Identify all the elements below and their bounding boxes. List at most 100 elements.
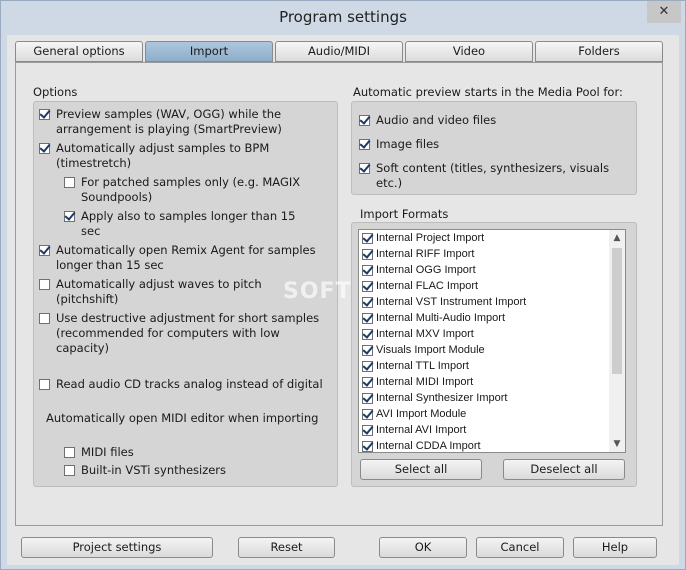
tab-folders[interactable]: Folders bbox=[535, 41, 663, 62]
midi-files-checkbox[interactable]: MIDI files bbox=[64, 445, 134, 460]
list-item-label: Internal OGG Import bbox=[376, 264, 476, 276]
preview-samples-checkbox[interactable]: Preview samples (WAV, OGG) while the arr… bbox=[39, 107, 282, 137]
soft-content-label: Soft content (titles, synthesizers, visu… bbox=[376, 161, 610, 190]
close-button[interactable]: ✕ bbox=[647, 1, 681, 23]
format-list-items: Internal Project Import Internal RIFF Imp… bbox=[359, 230, 611, 452]
cd-analog-checkbox[interactable]: Read audio CD tracks analog instead of d… bbox=[39, 377, 323, 392]
adjust-bpm-label: Automatically adjust samples to BPM (tim… bbox=[56, 141, 270, 170]
midi-editor-text: Automatically open MIDI editor when impo… bbox=[46, 411, 319, 425]
vsti-label: Built-in VSTi synthesizers bbox=[81, 463, 227, 477]
list-item[interactable]: Internal FLAC Import bbox=[359, 278, 611, 294]
softpedia-watermark: SOFT bbox=[283, 279, 352, 304]
audio-video-checkbox[interactable]: Audio and video files bbox=[359, 113, 496, 128]
list-item-label: Internal AVI Import bbox=[376, 424, 467, 436]
options-group-title: Options bbox=[33, 85, 78, 99]
list-scrollbar[interactable]: ▲ ▼ bbox=[609, 230, 625, 452]
tab-video[interactable]: Video bbox=[405, 41, 533, 62]
list-item[interactable]: Internal TTL Import bbox=[359, 358, 611, 374]
remix-agent-label: Automatically open Remix Agent for sampl… bbox=[56, 243, 316, 272]
list-item-label: Visuals Import Module bbox=[376, 344, 485, 356]
reset-button[interactable]: Reset bbox=[238, 537, 335, 558]
list-item-label: Internal CDDA Import bbox=[376, 440, 481, 452]
scroll-thumb[interactable] bbox=[612, 248, 622, 374]
list-item[interactable]: Internal RIFF Import bbox=[359, 246, 611, 262]
audio-video-label: Audio and video files bbox=[376, 113, 497, 127]
checkbox-box bbox=[359, 163, 370, 174]
checkbox-box bbox=[359, 139, 370, 150]
list-item[interactable]: Internal VST Instrument Import bbox=[359, 294, 611, 310]
list-item-label: Internal RIFF Import bbox=[376, 248, 475, 260]
checkbox-box bbox=[362, 280, 373, 292]
checkbox-box bbox=[64, 465, 75, 476]
checkbox-box bbox=[39, 313, 50, 324]
select-all-button[interactable]: Select all bbox=[360, 459, 482, 480]
cancel-button[interactable]: Cancel bbox=[476, 537, 564, 558]
checkbox-box bbox=[39, 143, 50, 154]
cd-analog-label: Read audio CD tracks analog instead of d… bbox=[56, 377, 323, 391]
checkbox-box bbox=[362, 392, 373, 404]
checkbox-box bbox=[362, 440, 373, 452]
list-item[interactable]: Internal Multi-Audio Import bbox=[359, 310, 611, 326]
preview-group-title: Automatic preview starts in the Media Po… bbox=[353, 85, 623, 99]
tab-import[interactable]: Import bbox=[145, 41, 273, 62]
checkbox-box bbox=[64, 447, 75, 458]
list-item-label: Internal Multi-Audio Import bbox=[376, 312, 505, 324]
list-item-label: AVI Import Module bbox=[376, 408, 467, 420]
image-files-checkbox[interactable]: Image files bbox=[359, 137, 439, 152]
window-title: Program settings bbox=[279, 8, 407, 26]
list-item-label: Internal Synthesizer Import bbox=[376, 392, 508, 404]
scroll-up-icon[interactable]: ▲ bbox=[609, 230, 625, 246]
soft-content-checkbox[interactable]: Soft content (titles, synthesizers, visu… bbox=[359, 161, 609, 191]
list-item-label: Internal Project Import bbox=[376, 232, 485, 244]
list-item[interactable]: Visuals Import Module bbox=[359, 342, 611, 358]
midi-files-label: MIDI files bbox=[81, 445, 134, 459]
adjust-pitch-label: Automatically adjust waves to pitch (pit… bbox=[56, 277, 262, 306]
ok-button[interactable]: OK bbox=[379, 537, 467, 558]
help-button[interactable]: Help bbox=[573, 537, 657, 558]
tab-general-options[interactable]: General options bbox=[15, 41, 143, 62]
apply-longer-checkbox[interactable]: Apply also to samples longer than 15 sec bbox=[64, 209, 295, 239]
vsti-checkbox[interactable]: Built-in VSTi synthesizers bbox=[64, 463, 226, 478]
list-item-label: Internal TTL Import bbox=[376, 360, 469, 372]
checkbox-box bbox=[39, 379, 50, 390]
checkbox-box bbox=[362, 344, 373, 356]
deselect-all-button[interactable]: Deselect all bbox=[503, 459, 625, 480]
program-settings-window: Program settings ✕ General options Impor… bbox=[0, 0, 686, 570]
import-formats-list[interactable]: Internal Project Import Internal RIFF Imp… bbox=[358, 229, 626, 453]
list-item[interactable]: Internal MXV Import bbox=[359, 326, 611, 342]
checkbox-box bbox=[39, 109, 50, 120]
list-item[interactable]: Internal AVI Import bbox=[359, 422, 611, 438]
checkbox-box bbox=[362, 408, 373, 420]
checkbox-box bbox=[362, 296, 373, 308]
destructive-checkbox[interactable]: Use destructive adjustment for short sam… bbox=[39, 311, 319, 356]
adjust-pitch-checkbox[interactable]: Automatically adjust waves to pitch (pit… bbox=[39, 277, 262, 307]
checkbox-box bbox=[362, 424, 373, 436]
list-item[interactable]: AVI Import Module bbox=[359, 406, 611, 422]
apply-longer-label: Apply also to samples longer than 15 sec bbox=[81, 209, 296, 238]
checkbox-box bbox=[359, 115, 370, 126]
list-item[interactable]: Internal Project Import bbox=[359, 230, 611, 246]
checkbox-box bbox=[39, 279, 50, 290]
checkbox-box bbox=[39, 245, 50, 256]
checkbox-box bbox=[362, 248, 373, 260]
checkbox-box bbox=[362, 376, 373, 388]
list-item[interactable]: Internal OGG Import bbox=[359, 262, 611, 278]
close-icon: ✕ bbox=[658, 4, 670, 19]
checkbox-box bbox=[362, 360, 373, 372]
list-item-label: Internal MIDI Import bbox=[376, 376, 474, 388]
tab-audio-midi[interactable]: Audio/MIDI bbox=[275, 41, 403, 62]
remix-agent-checkbox[interactable]: Automatically open Remix Agent for sampl… bbox=[39, 243, 316, 273]
list-item-label: Internal MXV Import bbox=[376, 328, 474, 340]
scroll-down-icon[interactable]: ▼ bbox=[609, 436, 625, 452]
checkbox-box bbox=[362, 232, 373, 244]
list-item[interactable]: Internal MIDI Import bbox=[359, 374, 611, 390]
project-settings-button[interactable]: Project settings bbox=[21, 537, 213, 558]
checkbox-box bbox=[362, 312, 373, 324]
list-item-label: Internal FLAC Import bbox=[376, 280, 479, 292]
list-item[interactable]: Internal CDDA Import bbox=[359, 438, 611, 452]
patched-only-label: For patched samples only (e.g. MAGIX Sou… bbox=[81, 175, 301, 204]
adjust-bpm-checkbox[interactable]: Automatically adjust samples to BPM (tim… bbox=[39, 141, 269, 171]
patched-only-checkbox[interactable]: For patched samples only (e.g. MAGIX Sou… bbox=[64, 175, 300, 205]
list-item[interactable]: Internal Synthesizer Import bbox=[359, 390, 611, 406]
title-bar: Program settings ✕ bbox=[1, 1, 685, 35]
